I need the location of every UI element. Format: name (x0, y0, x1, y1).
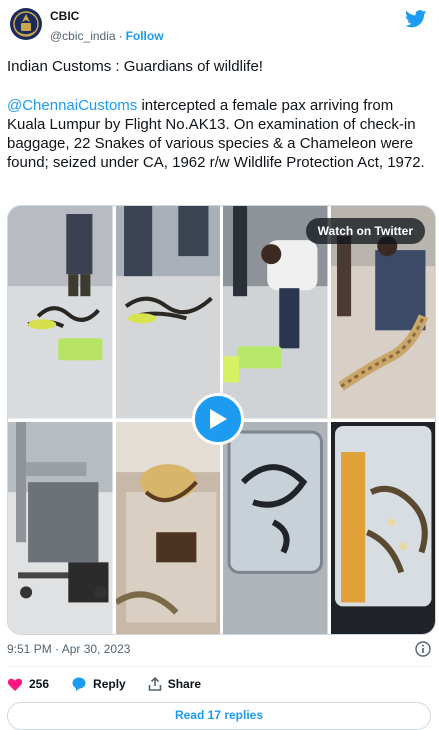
mention-link[interactable]: @ChennaiCustoms (7, 97, 137, 114)
play-button[interactable] (192, 393, 244, 445)
thumbnail-8 (330, 421, 435, 634)
cbic-emblem-avatar[interactable] (8, 6, 44, 42)
follow-button[interactable]: Follow (126, 29, 164, 43)
account-handle[interactable]: @cbic_india (50, 29, 116, 43)
tweet-timestamp[interactable]: 9:51 PM · Apr 30, 2023 (7, 642, 130, 656)
thumbnail-1 (8, 206, 113, 419)
thumbnail-6 (115, 421, 220, 634)
play-icon (210, 409, 227, 429)
twitter-bird-icon[interactable] (405, 10, 427, 28)
tweet-text-body: @ChennaiCustoms intercepted a female pax… (7, 96, 431, 172)
tweet-text-headline: Indian Customs : Guardians of wildlife! (7, 58, 263, 75)
share-button[interactable]: Share (148, 677, 201, 691)
read-replies-button[interactable]: Read 17 replies (7, 702, 431, 730)
reply-bubble-icon (72, 677, 86, 691)
share-label: Share (167, 677, 202, 691)
thumbnail-7 (223, 421, 328, 634)
video-media[interactable]: Watch on Twitter (7, 205, 436, 635)
thumbnail-5 (8, 421, 113, 634)
like-button[interactable]: 256 (7, 677, 49, 692)
tweet-actions: 256 Reply Share (7, 676, 223, 692)
watch-on-twitter-button[interactable]: Watch on Twitter (305, 218, 425, 244)
info-icon[interactable] (415, 641, 431, 657)
share-icon (148, 677, 162, 691)
emblem-icon (10, 8, 42, 40)
separator-dot: · (118, 29, 123, 43)
tweet-card: CBIC @cbic_india · Follow Indian Customs :… (0, 0, 439, 730)
account-name[interactable]: CBIC (50, 9, 79, 23)
reply-label: Reply (93, 677, 126, 691)
thumbnail-2 (115, 206, 220, 419)
like-count: 256 (29, 677, 50, 691)
footer-divider (7, 666, 431, 667)
heart-icon (7, 678, 23, 691)
account-handle-line: @cbic_india · Follow (50, 29, 164, 43)
reply-button[interactable]: Reply (71, 676, 126, 692)
